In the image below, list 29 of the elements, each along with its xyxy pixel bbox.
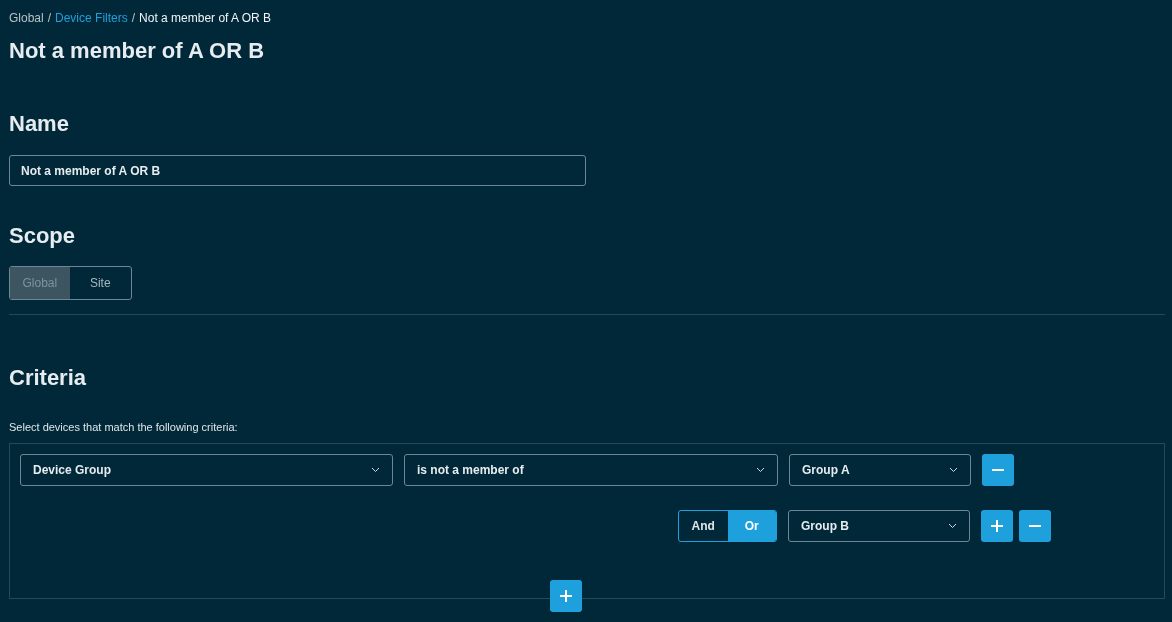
minus-icon <box>1029 525 1041 527</box>
add-criteria-button[interactable] <box>550 580 582 612</box>
breadcrumb-link[interactable]: Device Filters <box>55 11 128 25</box>
chevron-down-icon <box>948 523 957 529</box>
section-heading: Criteria <box>9 365 88 391</box>
minus-icon <box>992 469 1004 471</box>
breadcrumb-item: Not a member of A OR B <box>139 11 272 25</box>
name-input-field[interactable]: Not a member of A OR B <box>9 155 586 186</box>
operator-dropdown[interactable]: is not a member of <box>404 454 778 486</box>
scope-option[interactable]: Site <box>69 267 131 299</box>
chevron-down-icon <box>371 467 380 473</box>
section-heading: Name <box>9 111 70 137</box>
chevron-down-icon <box>756 467 765 473</box>
plus-icon <box>560 590 572 602</box>
value-dropdown[interactable]: Group A <box>789 454 971 486</box>
section-heading: Scope <box>9 223 77 249</box>
value-dropdown[interactable]: Group B <box>788 510 970 542</box>
remove-button[interactable] <box>982 454 1014 486</box>
breadcrumb-separator: / <box>131 11 136 25</box>
breadcrumb-separator: / <box>47 11 52 25</box>
breadcrumb-item: Global <box>9 11 44 25</box>
chevron-down-icon <box>949 467 958 473</box>
add-button[interactable] <box>981 510 1013 542</box>
connector-toggle[interactable]: And <box>679 511 728 541</box>
field-dropdown[interactable]: Device Group <box>20 454 393 486</box>
plus-icon <box>991 520 1003 532</box>
page-title: Not a member of A OR B <box>9 38 266 64</box>
criteria-description: Select devices that match the following criteria: <box>9 421 239 433</box>
remove-button[interactable] <box>1019 510 1051 542</box>
